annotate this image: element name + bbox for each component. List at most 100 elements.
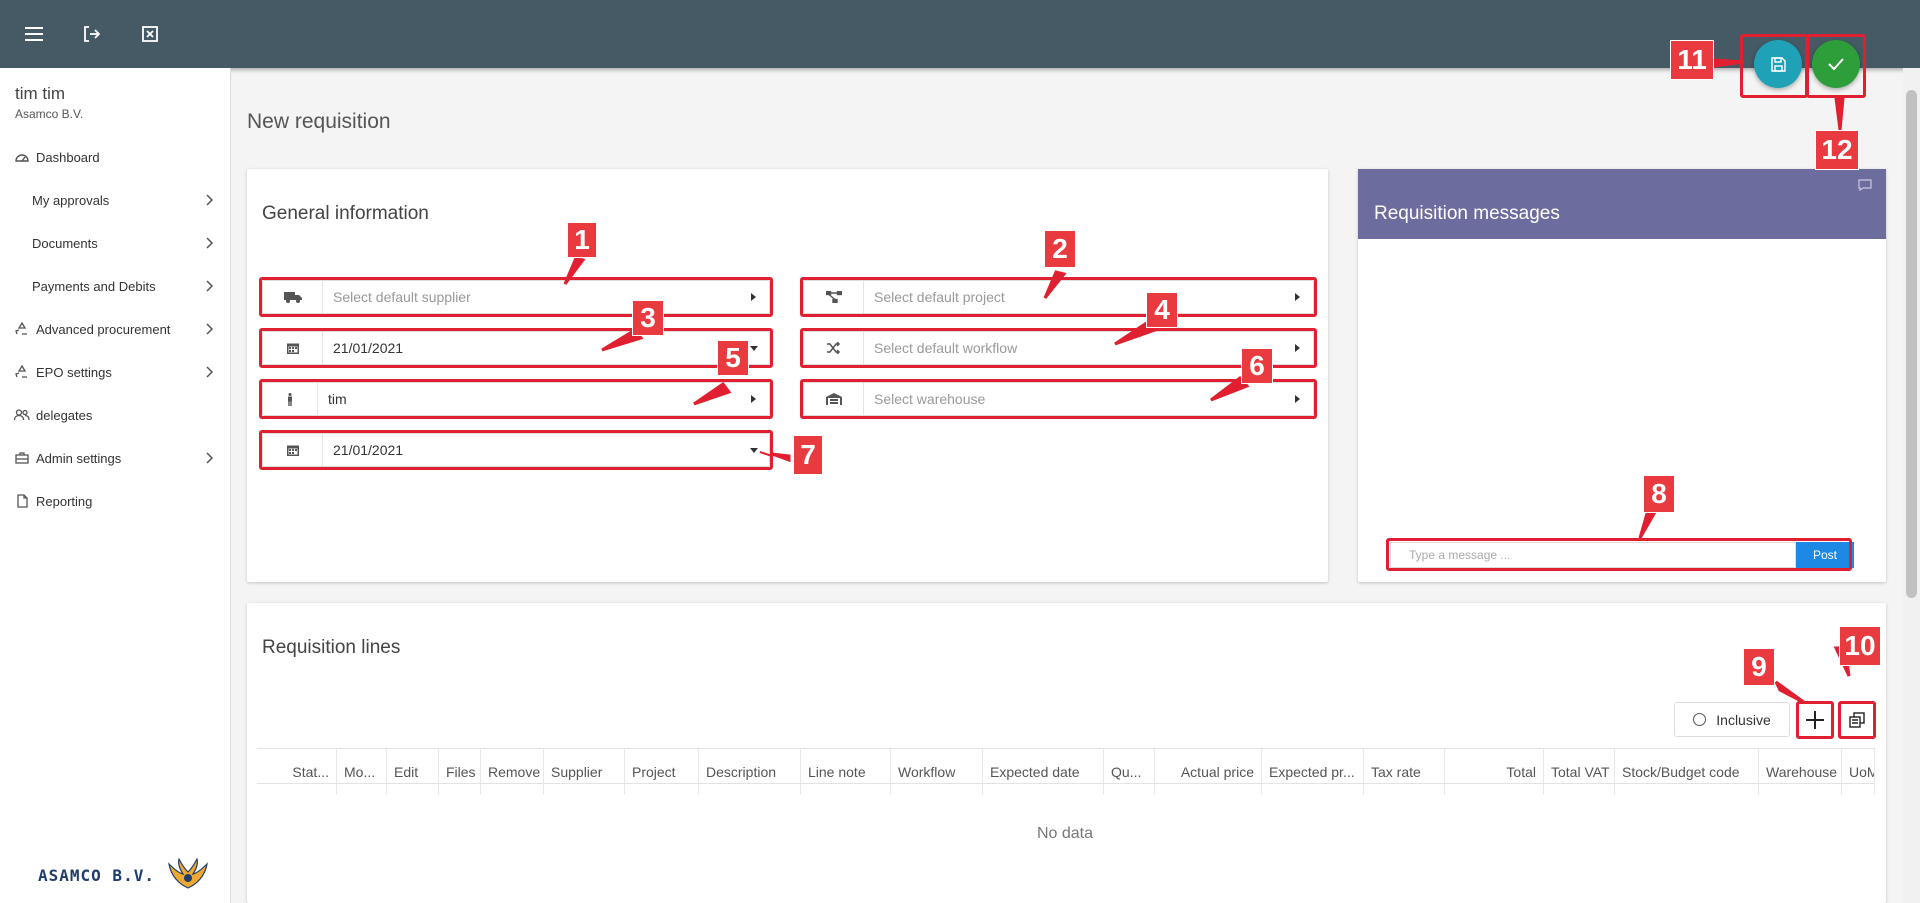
column-header[interactable]: Project (625, 749, 699, 795)
copy-lines-button[interactable] (1841, 704, 1873, 736)
annotation-badge-6: 6 (1241, 348, 1273, 384)
default-supplier-select[interactable]: Select default supplier (262, 280, 770, 314)
caret-right-icon (1283, 293, 1313, 301)
default-project-placeholder: Select default project (874, 289, 1005, 305)
caret-right-icon (739, 395, 769, 403)
annotation-badge-11: 11 (1670, 40, 1714, 80)
column-header[interactable]: Warehouse (1759, 749, 1842, 795)
sidebar-item-label: Documents (32, 235, 98, 251)
logout-icon[interactable] (77, 20, 105, 48)
column-header[interactable]: Workflow (891, 749, 983, 795)
column-header[interactable]: Total (1445, 749, 1544, 795)
caret-down-icon (739, 447, 769, 453)
post-button[interactable]: Post (1796, 542, 1854, 568)
column-header[interactable]: Tax rate (1364, 749, 1445, 795)
chevron-right-icon (201, 278, 217, 294)
sidebar-item-advanced-procurement[interactable]: Advanced procurement (0, 317, 231, 341)
column-header[interactable]: Remove (481, 749, 544, 795)
phoenix-logo-icon (167, 858, 209, 892)
requisition-lines-grid-header: Stat... Mo... Edit Files Remove Supplier… (257, 748, 1875, 795)
file-icon (14, 493, 30, 509)
chevron-right-icon (201, 235, 217, 251)
column-header[interactable]: Line note (801, 749, 891, 795)
expected-date-picker[interactable]: 21/01/2021 (262, 433, 770, 467)
sidebar-item-label: Admin settings (36, 450, 122, 466)
sidebar-item-label: Dashboard (36, 149, 100, 165)
close-window-icon[interactable] (136, 20, 164, 48)
user-company: Asamco B.V. (15, 107, 84, 121)
requisition-date-value: 21/01/2021 (333, 340, 404, 356)
sidebar-item-delegates[interactable]: delegates (0, 403, 231, 427)
annotation-badge-10: 10 (1839, 626, 1881, 666)
sidebar-item-admin-settings[interactable]: Admin settings (0, 446, 231, 470)
expected-date-value: 21/01/2021 (333, 442, 404, 458)
sidebar-item-label: My approvals (32, 192, 110, 208)
menu-icon[interactable] (20, 20, 48, 48)
inclusive-label: Inclusive (1716, 711, 1771, 728)
copy-icon (1849, 712, 1865, 728)
sidebar-item-payments-debits[interactable]: Payments and Debits (0, 274, 231, 298)
default-supplier-placeholder: Select default supplier (333, 289, 471, 305)
annotation-badge-8: 8 (1643, 475, 1675, 513)
requisition-lines-title: Requisition lines (262, 637, 401, 658)
column-header[interactable]: Stock/Budget code (1615, 749, 1759, 795)
column-header[interactable]: Supplier (544, 749, 625, 795)
sidebar-item-reporting[interactable]: Reporting (0, 489, 231, 513)
annotation-badge-7: 7 (793, 435, 823, 475)
default-workflow-placeholder: Select default workflow (874, 340, 1018, 356)
general-information-title: General information (262, 203, 429, 224)
page-scrollbar[interactable] (1903, 68, 1920, 903)
column-header[interactable]: Mo... (337, 749, 387, 795)
comment-icon[interactable] (1858, 179, 1872, 191)
sidebar-item-documents[interactable]: Documents (0, 231, 231, 255)
messages-title: Requisition messages (1374, 203, 1560, 224)
column-header[interactable]: Actual price (1155, 749, 1262, 795)
save-button[interactable] (1754, 40, 1802, 88)
annotation-badge-12: 12 (1815, 130, 1859, 170)
inclusive-toggle[interactable]: Inclusive (1674, 702, 1790, 737)
column-header[interactable]: Description (699, 749, 801, 795)
sidebar-item-label: EPO settings (36, 364, 112, 380)
column-header[interactable]: Qu... (1104, 749, 1155, 795)
shuffle-icon (804, 332, 864, 364)
dashboard-icon (14, 149, 30, 165)
calendar-icon (263, 434, 323, 466)
general-information-card: General information (247, 169, 1328, 582)
submit-button[interactable] (1812, 40, 1860, 88)
floppy-disk-icon (1770, 56, 1786, 72)
user-name: tim tim (15, 84, 66, 103)
sidebar-item-my-approvals[interactable]: My approvals (0, 188, 231, 212)
messages-header: Requisition messages (1358, 169, 1886, 239)
briefcase-icon (14, 450, 30, 466)
column-header[interactable]: UoM (1842, 749, 1875, 795)
default-workflow-select[interactable]: Select default workflow (803, 331, 1314, 365)
sidebar-item-label: Reporting (36, 493, 93, 509)
default-project-select[interactable]: Select default project (803, 280, 1314, 314)
requester-select[interactable]: tim (262, 382, 770, 416)
chevron-right-icon (201, 450, 217, 466)
scroll-thumb[interactable] (1906, 90, 1917, 598)
message-input[interactable]: Type a message ... (1390, 542, 1796, 568)
caret-right-icon (1283, 395, 1313, 403)
add-line-button[interactable] (1799, 704, 1831, 736)
calendar-icon (263, 332, 323, 364)
warehouse-select[interactable]: Select warehouse (803, 382, 1314, 416)
sidebar-item-epo-settings[interactable]: EPO settings (0, 360, 231, 384)
checkmark-icon (1828, 58, 1844, 70)
requisition-date-picker[interactable]: 21/01/2021 (262, 331, 770, 365)
chevron-right-icon (201, 364, 217, 380)
annotation-badge-5: 5 (717, 340, 749, 376)
column-header[interactable]: Expected pr... (1262, 749, 1364, 795)
recycle-icon (14, 321, 30, 337)
column-header[interactable]: Total VAT (1544, 749, 1615, 795)
column-header[interactable]: Edit (387, 749, 439, 795)
no-data-message: No data (1036, 825, 1094, 842)
column-header[interactable]: Stat... (257, 749, 337, 795)
sidebar-item-dashboard[interactable]: Dashboard (0, 145, 231, 169)
annotation-badge-2: 2 (1044, 230, 1076, 268)
column-header[interactable]: Files (439, 749, 481, 795)
sidebar-item-label: delegates (36, 407, 93, 423)
column-header[interactable]: Expected date (983, 749, 1104, 795)
top-bar (0, 0, 1920, 68)
sidebar-item-label: Payments and Debits (32, 278, 156, 294)
